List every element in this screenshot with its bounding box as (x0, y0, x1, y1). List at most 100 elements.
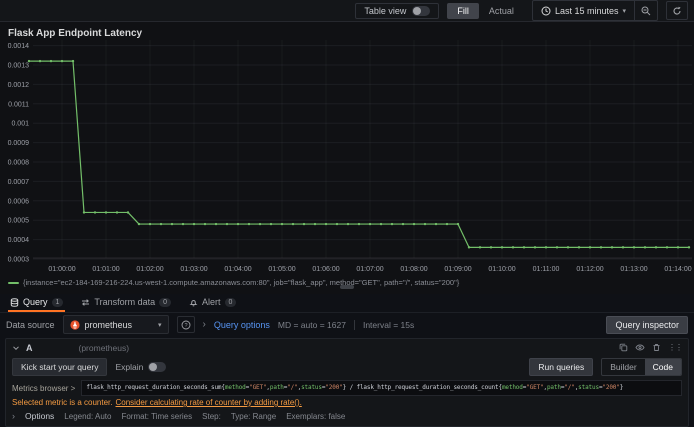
series-color-dash (8, 281, 19, 284)
warning-text: Selected metric is a counter. (12, 398, 113, 407)
query-options-toggle[interactable]: Query options (214, 320, 270, 330)
tab-query-count: 1 (51, 297, 64, 307)
legend-item[interactable]: {instance="ec2-184-169-216-224.us-west-1… (8, 278, 459, 287)
transform-icon (81, 298, 90, 307)
svg-text:0.0012: 0.0012 (8, 82, 30, 89)
svg-text:01:12:00: 01:12:00 (576, 266, 603, 273)
counter-warning: Selected metric is a counter. Consider ca… (6, 396, 688, 408)
time-range-label: Last 15 minutes (554, 5, 619, 16)
query-editor-row: Metrics browser > flask_http_request_dur… (6, 380, 688, 396)
query-row-header[interactable]: A (prometheus) ⋮⋮ (6, 339, 688, 355)
zoom-out-button[interactable] (635, 1, 657, 20)
code-button[interactable]: Code (644, 359, 681, 375)
chevron-right-icon[interactable]: › (12, 411, 15, 421)
magnifier-minus-icon (641, 6, 651, 16)
tab-alert[interactable]: Alert 0 (187, 294, 238, 312)
svg-text:0.0013: 0.0013 (8, 63, 30, 70)
svg-text:01:14:00: 01:14:00 (664, 266, 691, 273)
svg-text:0.001: 0.001 (11, 121, 29, 128)
svg-text:0.0014: 0.0014 (8, 43, 30, 50)
question-circle-icon: ? (181, 320, 191, 330)
series-legend-label: {instance="ec2-184-169-216-224.us-west-1… (23, 278, 460, 287)
metrics-browser-button[interactable]: Metrics browser > (12, 384, 75, 393)
svg-text:0.0003: 0.0003 (8, 257, 30, 264)
builder-code-segment: Builder Code (601, 358, 682, 376)
bell-icon (189, 298, 198, 307)
duplicate-icon[interactable] (619, 343, 628, 352)
query-editor-card: A (prometheus) ⋮⋮ Kick start your query … (5, 338, 689, 427)
explain-switch[interactable] (148, 362, 167, 372)
svg-text:01:03:00: 01:03:00 (180, 266, 207, 273)
query-option-item: Format: Time series (121, 411, 193, 421)
svg-text:0.0005: 0.0005 (8, 218, 30, 225)
svg-text:?: ? (184, 323, 187, 329)
svg-text:0.0009: 0.0009 (8, 140, 30, 147)
refresh-icon (672, 6, 682, 16)
interval-summary: Interval = 15s (362, 319, 415, 330)
svg-text:0.0006: 0.0006 (8, 198, 30, 205)
svg-text:01:04:00: 01:04:00 (224, 266, 251, 273)
caret-down-icon: ▾ (158, 321, 162, 329)
latency-panel: Flask App Endpoint Latency 0.0014 0.0013 0… (0, 22, 694, 294)
datasource-label: Data source (6, 319, 55, 330)
chevron-down-icon[interactable] (12, 344, 20, 352)
query-row-actions: ⋮⋮ (619, 343, 683, 352)
time-range-picker[interactable]: Last 15 minutes ▾ (533, 1, 634, 20)
latency-chart[interactable]: 0.0014 0.0013 0.0012 0.0011 0.001 0.0009 0.000… (0, 22, 694, 274)
refresh-button[interactable] (666, 1, 688, 20)
fill-actual-segment: Fill Actual (447, 2, 524, 19)
table-view-switch[interactable] (412, 5, 431, 16)
svg-text:01:05:00: 01:05:00 (268, 266, 295, 273)
svg-text:01:10:00: 01:10:00 (488, 266, 515, 273)
svg-text:0.0008: 0.0008 (8, 160, 30, 167)
eye-icon[interactable] (635, 343, 645, 352)
svg-text:01:11:00: 01:11:00 (533, 266, 560, 273)
table-view-label: Table view (364, 5, 407, 16)
top-toolbar: Table view Fill Actual Last 15 minutes ▾ (0, 0, 694, 22)
explain-label: Explain (115, 362, 144, 372)
kick-start-query-button[interactable]: Kick start your query (12, 358, 108, 376)
pane-resize-handle[interactable] (340, 285, 354, 289)
database-icon (10, 297, 19, 307)
svg-text:01:01:00: 01:01:00 (92, 266, 119, 273)
actual-button[interactable]: Actual (479, 3, 524, 19)
options-toggle[interactable]: Options (25, 411, 54, 421)
query-inspector-button[interactable]: Query inspector (606, 315, 688, 334)
svg-text:01:06:00: 01:06:00 (312, 266, 339, 273)
query-options-row: › Options Legend: Auto Format: Time serie… (6, 408, 688, 426)
svg-text:01:09:00: 01:09:00 (444, 266, 471, 273)
svg-text:01:00:00: 01:00:00 (48, 266, 75, 273)
fill-button[interactable]: Fill (447, 2, 479, 19)
trash-icon[interactable] (652, 343, 661, 352)
tab-query[interactable]: Query 1 (8, 294, 66, 312)
datasource-picker[interactable]: prometheus ▾ (62, 315, 169, 334)
prometheus-icon (69, 319, 80, 330)
datasource-help-button[interactable]: ? (176, 316, 195, 333)
time-picker-group: Last 15 minutes ▾ (531, 0, 658, 21)
query-option-item: Exemplars: false (286, 411, 346, 421)
divider (353, 319, 355, 330)
query-option-item: Legend: Auto (64, 411, 112, 421)
query-option-item: Step: (202, 411, 221, 421)
tab-alert-count: 0 (224, 297, 237, 307)
panel-title: Flask App Endpoint Latency (8, 28, 143, 39)
run-queries-button[interactable]: Run queries (529, 358, 594, 376)
tab-transform-data[interactable]: Transform data 0 (79, 294, 173, 312)
caret-down-icon: ▾ (622, 7, 626, 15)
editor-tabs: Query 1 Transform data 0 Alert 0 (0, 294, 694, 313)
promql-code-editor[interactable]: flask_http_request_duration_seconds_sum{… (81, 380, 682, 396)
drag-handle-icon[interactable]: ⋮⋮ (668, 343, 683, 352)
table-view-toggle-group[interactable]: Table view (355, 2, 440, 19)
svg-text:01:02:00: 01:02:00 (136, 266, 163, 273)
query-option-item: Type: Range (230, 411, 277, 421)
warning-rate-link[interactable]: Consider calculating rate of counter by … (116, 398, 302, 407)
svg-text:0.0007: 0.0007 (8, 179, 30, 186)
tab-transform-count: 0 (159, 297, 172, 307)
svg-text:01:08:00: 01:08:00 (400, 266, 427, 273)
chevron-right-icon[interactable]: › (203, 319, 206, 330)
explain-toggle-group: Explain (115, 362, 167, 372)
tab-transform-label: Transform data (94, 297, 156, 307)
query-ref-id: A (26, 342, 33, 353)
builder-button[interactable]: Builder (602, 359, 644, 375)
svg-text:01:07:00: 01:07:00 (356, 266, 383, 273)
